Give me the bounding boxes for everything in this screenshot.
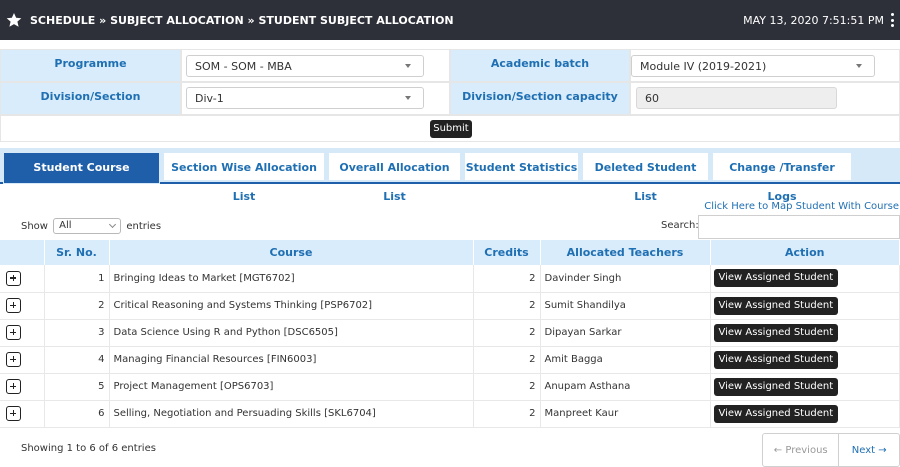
tab-deleted-student-list[interactable]: Deleted Student List — [582, 152, 709, 203]
division-select[interactable]: Div-1 — [186, 87, 424, 109]
capacity-field: 60 — [636, 87, 837, 109]
tab-overall-allocation-list[interactable]: Overall Allocation List — [328, 152, 461, 203]
table-row: 5 Project Management [OPS6703] 2 Anupam … — [0, 373, 900, 401]
previous-page-button[interactable]: ← Previous — [763, 434, 840, 466]
tab-section-wise-allocation-list[interactable]: Section Wise Allocation List — [163, 152, 325, 203]
expand-plus-icon[interactable] — [6, 298, 21, 313]
view-assigned-student-button[interactable]: View Assigned Student — [713, 269, 839, 288]
next-page-button[interactable]: Next → — [839, 434, 899, 466]
submit-row: Submit — [0, 115, 900, 142]
col-action: Action — [710, 240, 900, 265]
datetime-display: MAY 13, 2020 7:51:51 PM — [743, 13, 884, 27]
table-row: 2 Critical Reasoning and Systems Thinkin… — [0, 292, 900, 320]
caret-down-icon — [405, 64, 411, 68]
programme-select[interactable]: SOM - SOM - MBA — [186, 55, 424, 77]
chevron-down-icon — [109, 220, 117, 229]
view-assigned-student-button[interactable]: View Assigned Student — [713, 350, 839, 369]
programme-label: Programme — [0, 49, 181, 82]
table-row: 3 Data Science Using R and Python [DSC65… — [0, 319, 900, 347]
expand-plus-icon[interactable] — [6, 379, 21, 394]
col-expand — [0, 240, 45, 265]
table-row: 6 Selling, Negotiation and Persuading Sk… — [0, 400, 900, 428]
kebab-menu-icon[interactable] — [891, 13, 895, 27]
academic-batch-select[interactable]: Module IV (2019-2021) — [631, 55, 875, 77]
capacity-label: Division/Section capacity — [450, 82, 630, 115]
entries-info: Showing 1 to 6 of 6 entries — [21, 443, 156, 454]
division-label: Division/Section — [0, 82, 181, 115]
col-sr-no[interactable]: Sr. No. — [44, 240, 110, 265]
search-label: Search: — [661, 220, 699, 231]
expand-plus-icon[interactable] — [6, 352, 21, 367]
col-course[interactable]: Course — [109, 240, 474, 265]
col-credits[interactable]: Credits — [473, 240, 541, 265]
batch-label: Academic batch — [450, 49, 630, 82]
star-icon[interactable] — [6, 12, 22, 28]
col-allocated-teachers[interactable]: Allocated Teachers — [540, 240, 711, 265]
filter-form: Programme SOM - SOM - MBA Academic batch… — [0, 49, 900, 115]
map-student-course-link[interactable]: Click Here to Map Student With Course — [704, 201, 899, 212]
search-input[interactable] — [698, 215, 900, 239]
tab-student-statistics[interactable]: Student Statistics — [464, 152, 579, 181]
expand-plus-icon[interactable] — [6, 406, 21, 421]
caret-down-icon — [856, 64, 862, 68]
tab-bar: Student Course Allocation Section Wise A… — [0, 148, 900, 203]
course-allocation-table: Sr. No. Course Credits Allocated Teacher… — [0, 240, 900, 428]
expand-plus-icon[interactable] — [6, 270, 21, 286]
pagination: ← Previous Next → — [762, 433, 900, 467]
caret-down-icon — [405, 96, 411, 100]
tab-change-transfer-logs[interactable]: Change /Transfer Logs — [712, 152, 852, 203]
breadcrumb: SCHEDULE » SUBJECT ALLOCATION » STUDENT … — [30, 13, 454, 27]
top-bar: SCHEDULE » SUBJECT ALLOCATION » STUDENT … — [0, 0, 900, 40]
view-assigned-student-button[interactable]: View Assigned Student — [713, 404, 839, 423]
view-assigned-student-button[interactable]: View Assigned Student — [713, 377, 839, 396]
view-assigned-student-button[interactable]: View Assigned Student — [713, 296, 839, 315]
table-row: 4 Managing Financial Resources [FIN6003]… — [0, 346, 900, 374]
entries-select[interactable]: All — [53, 218, 122, 234]
expand-plus-icon[interactable] — [6, 325, 21, 340]
table-header-row: Sr. No. Course Credits Allocated Teacher… — [0, 240, 900, 265]
table-row: 1 Bringing Ideas to Market [MGT6702] 2 D… — [0, 265, 900, 293]
tab-student-course-allocation[interactable]: Student Course Allocation — [3, 152, 160, 203]
length-menu: Show All entries — [21, 218, 162, 234]
submit-button[interactable]: Submit — [430, 120, 472, 138]
view-assigned-student-button[interactable]: View Assigned Student — [713, 323, 839, 342]
